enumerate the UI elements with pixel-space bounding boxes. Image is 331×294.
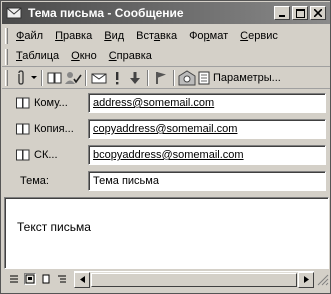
address-book-icon (47, 72, 62, 83)
to-button[interactable]: Кому... (16, 94, 86, 112)
left-arrow-icon (79, 276, 85, 283)
permission-icon (178, 69, 196, 85)
exclamation-icon (116, 71, 119, 84)
close-icon (314, 9, 322, 17)
horizontal-scrollbar[interactable] (74, 271, 314, 288)
outline-view-button[interactable] (56, 273, 68, 285)
minimize-icon (279, 15, 285, 17)
attach-file-button[interactable] (12, 69, 30, 87)
scroll-right-button[interactable] (298, 271, 314, 288)
subject-field[interactable]: Тема письма (88, 171, 326, 191)
title-bar[interactable]: Тема письма - Сообщение (2, 2, 330, 24)
attach-dropdown-button[interactable] (30, 69, 38, 87)
toolbar-grip[interactable] (5, 69, 8, 86)
cc-label: Копия... (34, 123, 74, 135)
send-options-button[interactable] (90, 69, 108, 87)
normal-view-button[interactable] (8, 273, 20, 285)
flag-icon (156, 71, 166, 84)
bcc-field[interactable]: bcopyaddress@somemail.com (88, 145, 326, 165)
subject-row: Тема: Тема письма (2, 170, 330, 192)
toolbar-separator (85, 69, 87, 86)
to-field[interactable]: address@somemail.com (88, 93, 326, 113)
chevron-down-icon (31, 75, 37, 79)
print-layout-icon (42, 274, 50, 284)
scroll-left-button[interactable] (74, 271, 90, 288)
menu-item-r2-0[interactable]: Таблица (12, 50, 63, 62)
resize-grip-icon[interactable] (315, 272, 329, 286)
permission-button[interactable] (178, 69, 196, 87)
address-fields: Кому... address@somemail.com Копия... co… (2, 90, 330, 195)
menu-grip[interactable] (5, 49, 8, 65)
check-names-button[interactable] (64, 69, 82, 87)
options-label: Параметры... (213, 71, 281, 84)
address-book-icon (16, 149, 30, 161)
menu-item-r1-5[interactable]: Сервис (236, 30, 282, 42)
address-book-button[interactable] (46, 69, 64, 87)
subject-label: Тема: (20, 175, 49, 187)
web-layout-icon (25, 274, 35, 284)
toolbar-separator (173, 69, 175, 86)
to-row: Кому... address@somemail.com (2, 92, 330, 114)
flag-button[interactable] (152, 69, 170, 87)
menu-item-r1-1[interactable]: Правка (51, 30, 96, 42)
close-button[interactable] (310, 6, 326, 20)
standard-toolbar: Параметры... (2, 67, 330, 89)
minimize-button[interactable] (274, 6, 290, 20)
address-book-icon (16, 123, 30, 135)
menu-item-r2-1[interactable]: Окно (67, 50, 101, 62)
envelope-icon (6, 6, 22, 20)
cc-row: Копия... copyaddress@somemail.com (2, 118, 330, 140)
bcc-button[interactable]: СК... (16, 146, 86, 164)
scroll-thumb[interactable] (91, 272, 297, 287)
bcc-label: СК... (34, 149, 58, 161)
options-document-icon (198, 71, 210, 84)
print-layout-view-button[interactable] (40, 273, 52, 285)
message-body[interactable]: Текст письма (4, 197, 329, 269)
menu-grip[interactable] (5, 28, 8, 44)
menu-bar: Файл Правка Вид Вставка Формат Сервис Таблица… (2, 25, 330, 67)
maximize-icon (295, 8, 305, 18)
toolbar-separator (41, 69, 43, 86)
right-arrow-icon (303, 276, 309, 283)
address-book-icon (16, 97, 30, 109)
options-button[interactable]: Параметры... (198, 71, 281, 85)
importance-high-button[interactable] (108, 69, 126, 87)
bcc-row: СК... bcopyaddress@somemail.com (2, 144, 330, 166)
paperclip-icon (18, 69, 24, 85)
menu-item-r1-0[interactable]: Файл (12, 30, 47, 42)
menu-item-r2-2[interactable]: Справка (105, 50, 156, 62)
normal-view-icon (10, 275, 18, 283)
maximize-button[interactable] (292, 6, 308, 20)
message-window: Тема письма - Сообщение Файл Правка Вид Вст… (0, 0, 331, 294)
cc-field[interactable]: copyaddress@somemail.com (88, 119, 326, 139)
menu-item-r1-4[interactable]: Формат (185, 30, 232, 42)
bottom-bar (4, 269, 329, 289)
toolbar-separator (147, 69, 149, 86)
window-title: Тема письма - Сообщение (28, 6, 184, 20)
outline-view-icon (58, 275, 66, 283)
importance-low-button[interactable] (126, 69, 144, 87)
check-names-icon (65, 71, 82, 84)
cc-button[interactable]: Копия... (16, 120, 86, 138)
to-label: Кому... (34, 97, 68, 109)
envelope-icon (91, 73, 107, 83)
web-layout-view-button[interactable] (24, 273, 36, 285)
menu-item-r1-2[interactable]: Вид (100, 30, 128, 42)
menu-item-r1-3[interactable]: Вставка (132, 30, 181, 42)
message-body-text: Текст письма (17, 220, 91, 234)
down-arrow-icon (130, 71, 140, 84)
